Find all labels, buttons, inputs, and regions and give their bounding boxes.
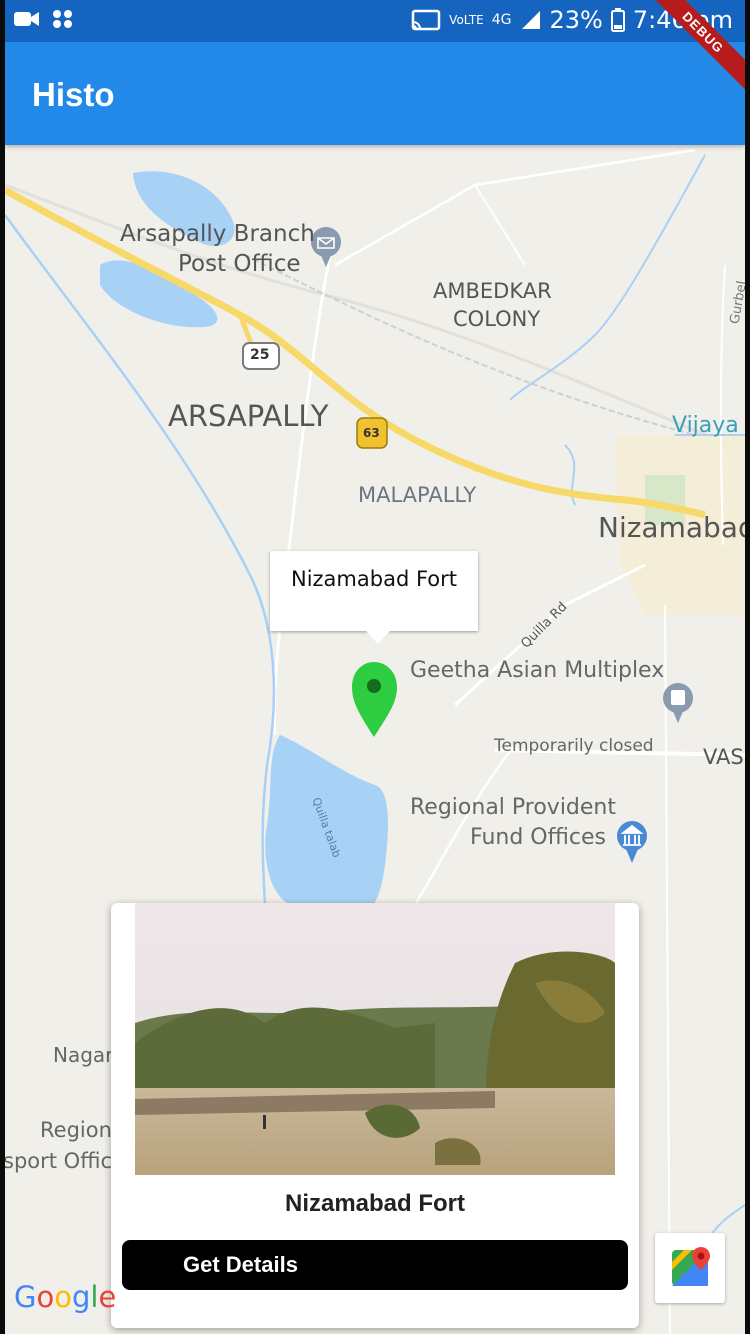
google-logo: Google <box>14 1280 117 1314</box>
place-photo <box>135 903 615 1175</box>
get-details-label: Get Details <box>183 1252 298 1277</box>
highway-25-label: 25 <box>250 347 270 363</box>
place-card-title: Nizamabad Fort <box>284 1190 466 1217</box>
map-label-nizamabad: Nizamabad <box>598 511 745 544</box>
video-camera-icon <box>14 12 39 26</box>
place-photo-image <box>135 903 615 1175</box>
map-label-post-office: Post Office <box>178 251 301 277</box>
battery-percentage: 23% <box>549 6 603 34</box>
marker-info-window[interactable]: Nizamabad Fort <box>270 551 478 644</box>
map-label-arsapally: ARSAPALLY <box>168 399 329 433</box>
map-label-malapally: MALAPALLY <box>358 483 477 507</box>
map-marker-pin[interactable] <box>350 660 400 740</box>
map-label-vas: VAS <box>703 745 744 769</box>
cast-icon <box>411 9 441 31</box>
map-label-regional-provident: Regional Provident <box>410 795 617 820</box>
map-label-ambedkar: AMBEDKAR <box>433 279 552 303</box>
marker-info-title: Nizamabad Fort <box>290 567 457 591</box>
app-title: Histo <box>32 76 115 113</box>
google-maps-icon <box>672 1247 710 1286</box>
signal-icon <box>521 11 540 29</box>
apps-grid-icon <box>53 10 72 28</box>
map-label-arsapally-branch: Arsapally Branch <box>120 221 315 247</box>
open-in-maps-button[interactable] <box>655 1233 725 1303</box>
map-label-nagar: Nagar <box>53 1043 114 1067</box>
app-bar: Histo <box>5 42 745 145</box>
place-card[interactable]: Nizamabad Fort Get Details <box>111 903 639 1328</box>
highway-63-label: 63 <box>363 426 380 440</box>
status-bar: VoLTE 4G 23% 7:46 pm <box>5 0 745 42</box>
map-label-region: Region <box>40 1118 112 1142</box>
status-left-icons <box>13 8 75 30</box>
map-label-sport-office: sport Offic <box>5 1149 113 1173</box>
map-label-colony: COLONY <box>453 307 541 331</box>
map-label-temporarily-closed: Temporarily closed <box>494 736 654 756</box>
volte-indicator: VoLTE <box>449 13 484 27</box>
map-label-geetha-multiplex: Geetha Asian Multiplex <box>410 658 665 683</box>
battery-icon <box>610 8 625 32</box>
map-label-fund-offices: Fund Offices <box>470 825 606 850</box>
map-label-vijaya: Vijaya <box>672 413 739 438</box>
get-details-button[interactable]: Get Details <box>122 1240 628 1290</box>
app-frame: Arsapally Branch Post Office AMBEDKAR CO… <box>5 0 745 1334</box>
network-type: 4G <box>491 12 512 28</box>
